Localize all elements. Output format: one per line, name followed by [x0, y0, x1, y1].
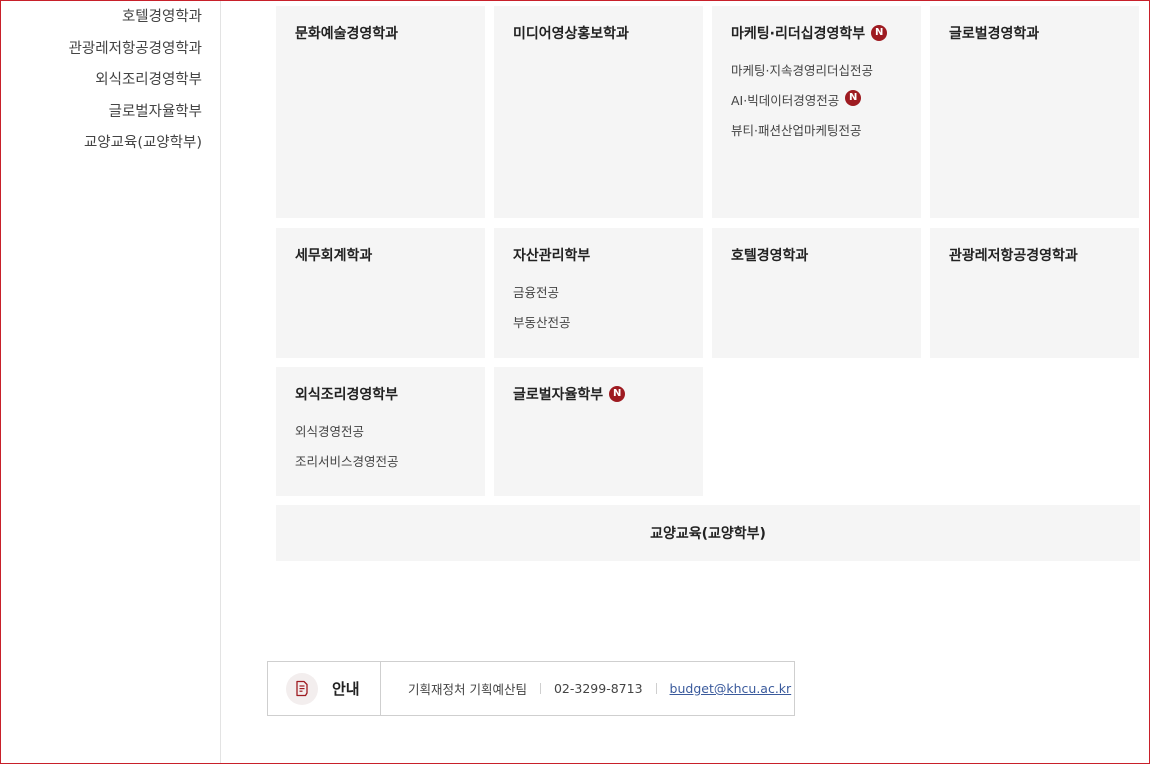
major-label: 부동산전공: [513, 315, 571, 330]
new-badge: N: [609, 386, 626, 402]
department-card[interactable]: 자산관리학부 금융전공 부동산전공: [494, 228, 703, 358]
department-title: 미디어영상홍보학과: [513, 26, 629, 42]
contact-department: 기획재정처 기획예산팀: [408, 682, 527, 697]
major-label: 조리서비스경영전공: [295, 454, 399, 469]
department-title: 관광레저항공경영학과: [949, 248, 1078, 264]
contact-info-body: 기획재정처 기획예산팀 02-3299-8713 budget@khcu.ac.…: [381, 679, 791, 698]
major-item[interactable]: 마케팅·지속경영리더십전공: [731, 60, 902, 90]
department-title: 마케팅·리더십경영학부: [731, 26, 866, 42]
major-label: 외식경영전공: [295, 424, 365, 439]
department-title: 호텔경영학과: [731, 248, 809, 264]
contact-phone: 02-3299-8713: [553, 681, 643, 696]
major-label: 마케팅·지속경영리더십전공: [731, 63, 873, 78]
department-title-row: 마케팅·리더십경영학부 N: [731, 23, 902, 43]
major-label: 뷰티·패션산업마케팅전공: [731, 123, 862, 138]
major-item[interactable]: 조리서비스경영전공: [295, 451, 466, 481]
department-title-row: 글로벌자율학부 N: [513, 384, 684, 404]
major-label: AI·빅데이터경영전공: [731, 93, 840, 108]
general-education-card[interactable]: 교양교육(교양학부): [276, 505, 1140, 561]
sidebar-item-tourism[interactable]: 관광레저항공경영학과: [69, 37, 202, 58]
sidebar-item-global-liberal[interactable]: 글로벌자율학부: [109, 100, 202, 121]
department-card[interactable]: 마케팅·리더십경영학부 N 마케팅·지속경영리더십전공 AI·빅데이터경영전공 …: [712, 6, 921, 218]
department-card[interactable]: 문화예술경영학과: [276, 6, 485, 218]
contact-info-label: 안내: [332, 680, 360, 698]
department-title: 글로벌자율학부: [513, 387, 604, 403]
major-item[interactable]: 뷰티·패션산업마케팅전공: [731, 120, 902, 150]
sidebar: 호텔경영학과 관광레저항공경영학과 외식조리경영학부 글로벌자율학부 교양교육(…: [0, 0, 221, 764]
sidebar-item-culinary[interactable]: 외식조리경영학부: [95, 68, 202, 89]
department-title: 자산관리학부: [513, 248, 591, 264]
major-list: 외식경영전공 조리서비스경영전공: [295, 421, 466, 481]
contact-info-header: 안내: [268, 662, 381, 715]
major-list: 마케팅·지속경영리더십전공 AI·빅데이터경영전공 N 뷰티·패션산업마케팅전공: [731, 60, 902, 150]
department-title: 문화예술경영학과: [295, 26, 399, 42]
document-icon: [286, 672, 318, 705]
department-card[interactable]: 호텔경영학과: [712, 228, 921, 358]
department-title: 외식조리경영학부: [295, 387, 399, 403]
major-item[interactable]: AI·빅데이터경영전공 N: [731, 90, 902, 120]
department-card[interactable]: 세무회계학과: [276, 228, 485, 358]
major-list: 금융전공 부동산전공: [513, 282, 684, 342]
new-badge: N: [845, 90, 862, 106]
contact-email-link[interactable]: budget@khcu.ac.kr: [670, 681, 792, 696]
department-card[interactable]: 관광레저항공경영학과: [930, 228, 1139, 358]
major-item[interactable]: 외식경영전공: [295, 421, 466, 451]
contact-info-box: 안내 기획재정처 기획예산팀 02-3299-8713 budget@khcu.…: [267, 661, 795, 716]
department-card[interactable]: 글로벌경영학과: [930, 6, 1139, 218]
department-title: 세무회계학과: [295, 248, 373, 264]
department-card[interactable]: 외식조리경영학부 외식경영전공 조리서비스경영전공: [276, 367, 485, 496]
major-label: 금융전공: [513, 285, 560, 300]
new-badge: N: [871, 25, 888, 41]
major-item[interactable]: 금융전공: [513, 282, 684, 312]
sidebar-item-hotel[interactable]: 호텔경영학과: [122, 5, 202, 26]
department-card[interactable]: 미디어영상홍보학과: [494, 6, 703, 218]
sidebar-item-general-education[interactable]: 교양교육(교양학부): [84, 131, 202, 152]
general-education-title: 교양교육(교양학부): [650, 526, 766, 542]
divider: [655, 683, 657, 694]
department-title: 글로벌경영학과: [949, 26, 1040, 42]
department-card[interactable]: 글로벌자율학부 N: [494, 367, 703, 496]
divider: [539, 683, 541, 694]
major-item[interactable]: 부동산전공: [513, 312, 684, 342]
